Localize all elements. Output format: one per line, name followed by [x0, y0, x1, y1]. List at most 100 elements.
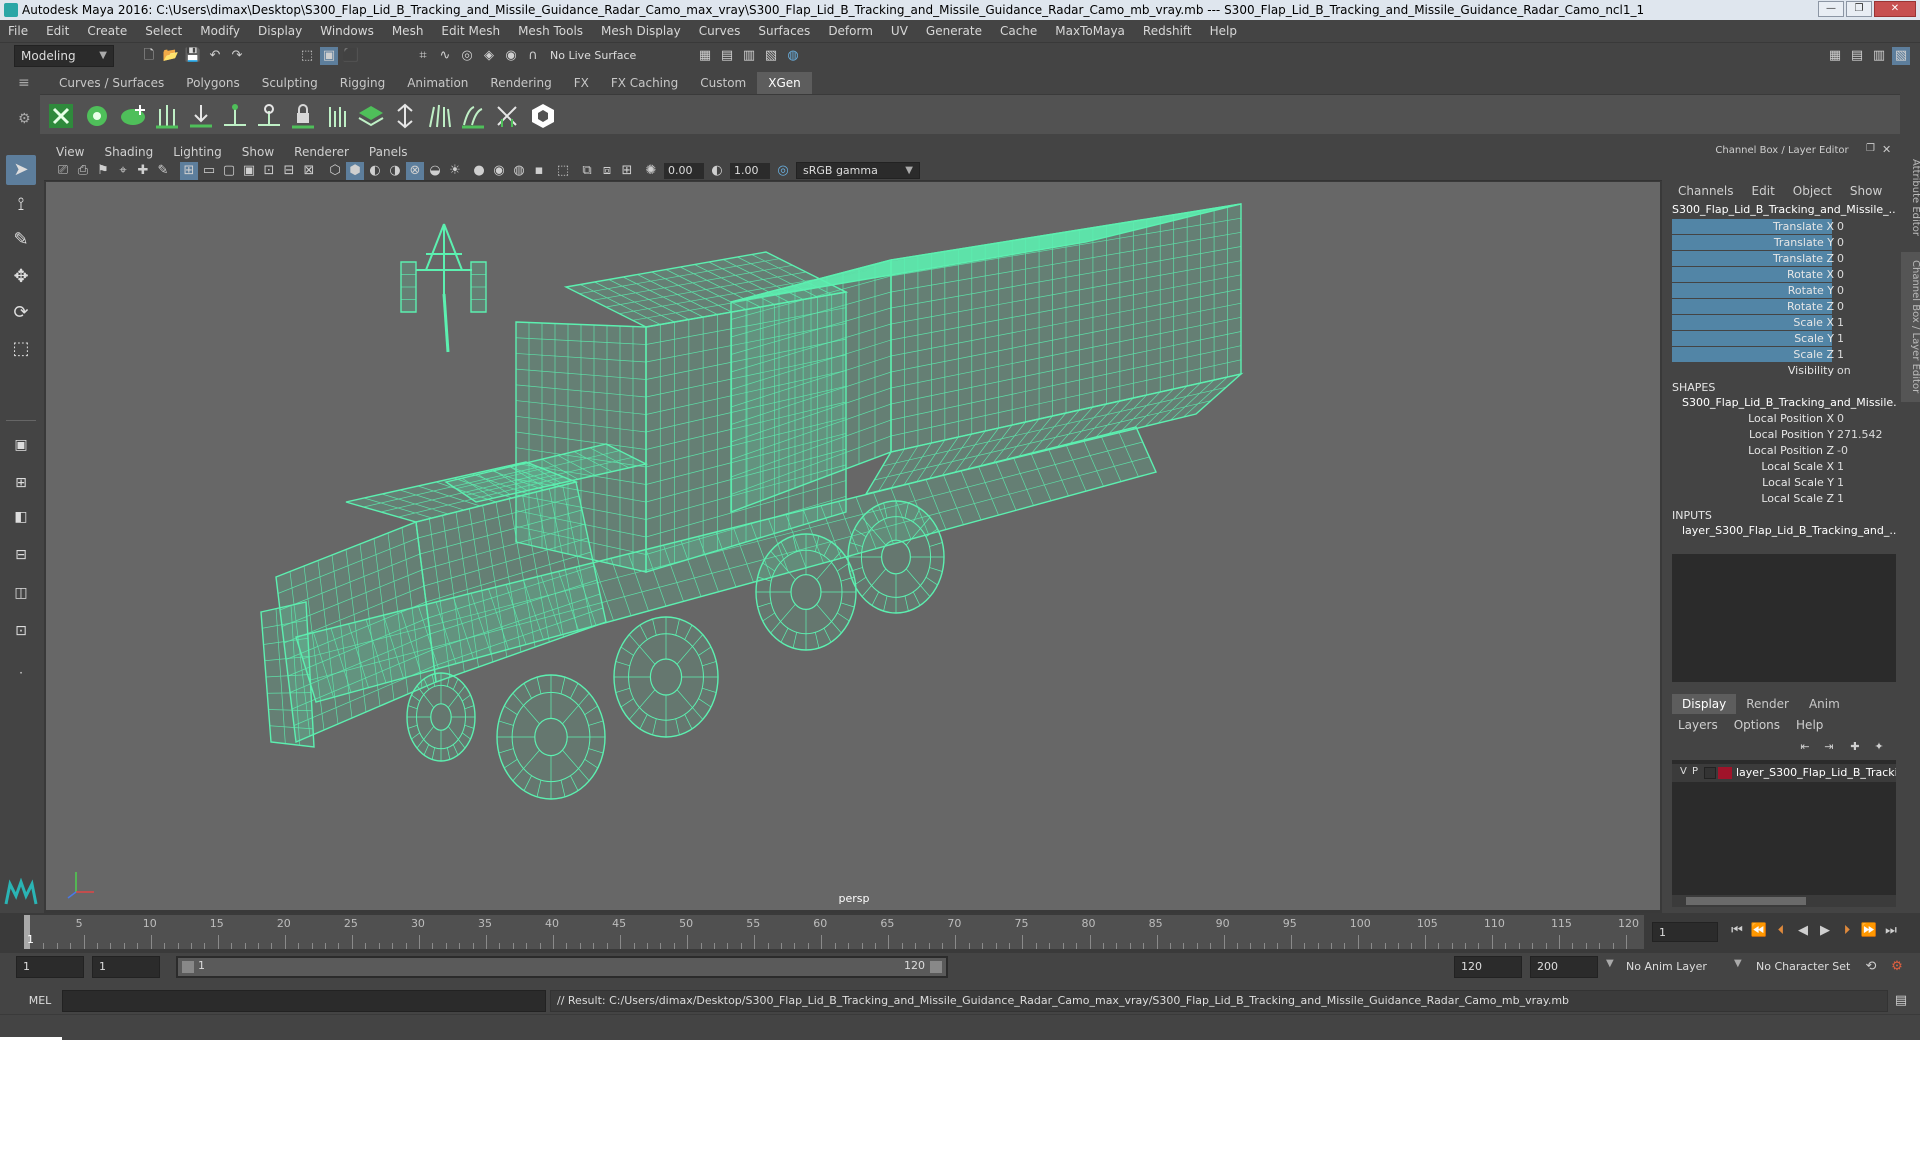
camera-select-icon[interactable]: ⎚ — [54, 162, 72, 180]
safe-action-icon[interactable]: ⊟ — [280, 162, 298, 180]
layer-color-swatch[interactable] — [1718, 767, 1732, 779]
select-guides-icon[interactable] — [254, 101, 284, 131]
add-patch-icon[interactable] — [118, 101, 148, 131]
menu-display[interactable]: Display — [258, 24, 302, 38]
layer-playback-toggle[interactable]: P — [1692, 766, 1698, 777]
live-surface-label[interactable]: No Live Surface — [550, 47, 650, 65]
channel-scale-x[interactable]: Scale X1 — [1672, 315, 1896, 330]
selected-object-name[interactable]: S300_Flap_Lid_B_Tracking_and_Missile_... — [1672, 203, 1896, 219]
shadows-icon[interactable]: ● — [470, 162, 488, 180]
range-slider[interactable]: 1 120 — [176, 956, 948, 978]
channel-value[interactable]: 0 — [1837, 283, 1844, 298]
channel-value[interactable]: 0 — [1837, 235, 1844, 250]
wireframe-on-shaded-icon[interactable]: ⊗ — [406, 162, 424, 180]
playback-end-field[interactable]: 120 — [1454, 956, 1522, 978]
menu-set-dropdown[interactable]: Modeling ▼ — [14, 45, 114, 67]
channel-scale-y[interactable]: Scale Y1 — [1672, 331, 1896, 346]
channel-value[interactable]: 1 — [1837, 475, 1844, 490]
add-guide-icon[interactable] — [220, 101, 250, 131]
input-node-name[interactable]: layer_S300_Flap_Lid_B_Tracking_and_... — [1682, 524, 1896, 537]
animation-preferences-icon[interactable]: ⚙ — [1888, 958, 1906, 976]
two-view-layout-icon[interactable]: ◧ — [6, 502, 36, 532]
layer-list-scrollbar[interactable] — [1672, 895, 1896, 907]
anti-aliasing-icon[interactable]: ▪ — [530, 162, 548, 180]
xgen-editor-icon[interactable] — [46, 101, 76, 131]
channel-value[interactable]: 0 — [1837, 219, 1844, 234]
move-layer-down-icon[interactable]: ⇥ — [1820, 738, 1838, 756]
gate-mask-icon[interactable]: ▣ — [240, 162, 258, 180]
channel-translate-x[interactable]: Translate X0 — [1672, 219, 1896, 234]
grease-pencil-icon[interactable]: ✎ — [154, 162, 172, 180]
minimize-button[interactable]: — — [1818, 1, 1844, 17]
move-tool-icon[interactable]: ✥ — [6, 262, 36, 292]
redo-icon[interactable]: ↷ — [228, 47, 246, 65]
perspective-viewport[interactable]: persp — [46, 182, 1660, 910]
select-object-icon[interactable]: ▣ — [320, 47, 338, 65]
menu-redshift[interactable]: Redshift — [1143, 24, 1192, 38]
close-button[interactable]: ✕ — [1874, 1, 1916, 17]
tab-curves-surfaces[interactable]: Curves / Surfaces — [48, 72, 176, 94]
chevron-down-icon[interactable]: ▼ — [1606, 958, 1620, 969]
menu-maxtomaya[interactable]: MaxToMaya — [1055, 24, 1125, 38]
command-input[interactable] — [62, 990, 546, 1012]
tab-polygons[interactable]: Polygons — [175, 72, 251, 94]
shelf-settings-gear-icon[interactable]: ⚙ — [18, 112, 34, 126]
toolbox-expand-icon[interactable]: · — [6, 658, 36, 688]
scale-tool-icon[interactable]: ⬚ — [6, 334, 36, 364]
textured-icon[interactable]: ◑ — [386, 162, 404, 180]
paint-select-icon[interactable]: ✎ — [6, 225, 36, 255]
panel-menu-lighting[interactable]: Lighting — [173, 145, 222, 159]
gamma-field[interactable]: 1.00 — [730, 163, 770, 179]
exposure-field[interactable]: 0.00 — [664, 163, 704, 179]
four-view-layout-icon[interactable]: ⊞ — [6, 468, 36, 498]
scrollbar-thumb[interactable] — [1686, 897, 1806, 905]
go-to-start-icon[interactable]: ⏮ — [1728, 922, 1746, 940]
lasso-tool-icon[interactable]: ⟟ — [6, 190, 36, 220]
menu-file[interactable]: File — [8, 24, 28, 38]
magnet-icon[interactable]: ∩ — [524, 47, 542, 65]
menu-mesh-tools[interactable]: Mesh Tools — [518, 24, 583, 38]
shape-local-position-y[interactable]: Local Position Y 271.542 — [1672, 427, 1896, 442]
menu-deform[interactable]: Deform — [828, 24, 873, 38]
panel-menu-shading[interactable]: Shading — [104, 145, 153, 159]
camera-attributes-icon[interactable]: ⎙ — [74, 162, 92, 180]
persp-outliner-layout-icon[interactable]: ⊟ — [6, 540, 36, 570]
hypershade-layout-icon[interactable]: ⊡ — [6, 616, 36, 646]
smooth-shade-icon[interactable]: ⬢ — [346, 162, 364, 180]
film-gate-icon[interactable]: ▭ — [200, 162, 218, 180]
shelf-menu-icon[interactable]: ≡ — [18, 76, 34, 90]
cut-guides-icon[interactable] — [492, 101, 522, 131]
xray-joints-icon[interactable]: ⧉ — [578, 162, 596, 180]
layer-reference-toggle[interactable] — [1704, 767, 1716, 779]
channel-value[interactable]: 0 — [1837, 251, 1844, 266]
go-to-end-icon[interactable]: ⏭ — [1882, 922, 1900, 940]
xray-icon[interactable]: ◒ — [426, 162, 444, 180]
menu-cache[interactable]: Cache — [1000, 24, 1037, 38]
render-frame-icon[interactable]: ▤ — [718, 47, 736, 65]
bend-guides-icon[interactable] — [458, 101, 488, 131]
channel-rotate-z[interactable]: Rotate Z0 — [1672, 299, 1896, 314]
step-back-frame-icon[interactable]: ⏪ — [1750, 922, 1768, 940]
render-settings-icon[interactable]: ▦ — [696, 47, 714, 65]
channel-value[interactable]: 0 — [1837, 299, 1844, 314]
play-forwards-icon[interactable]: ▶ — [1816, 922, 1834, 940]
shape-local-position-z[interactable]: Local Position Z -0 — [1672, 443, 1896, 458]
menu-curves[interactable]: Curves — [699, 24, 741, 38]
snap-view-icon[interactable]: ◈ — [480, 47, 498, 65]
move-layer-up-icon[interactable]: ⇤ — [1796, 738, 1814, 756]
animation-start-field[interactable]: 1 — [16, 956, 84, 978]
guide-layers-icon[interactable] — [356, 101, 386, 131]
create-description-icon[interactable] — [82, 101, 112, 131]
use-all-lights-icon[interactable]: ☀ — [446, 162, 464, 180]
chevron-down-icon[interactable]: ▼ — [1734, 958, 1748, 969]
exposure-icon[interactable]: ✺ — [642, 162, 660, 180]
motion-blur-icon[interactable]: ◍ — [510, 162, 528, 180]
resolution-gate-icon[interactable]: ▢ — [220, 162, 238, 180]
cb-menu-edit[interactable]: Edit — [1752, 184, 1775, 200]
character-set-dropdown[interactable]: No Character Set — [1752, 956, 1862, 978]
step-forward-frame-icon[interactable]: ⏩ — [1860, 922, 1878, 940]
channel-box-toggle-icon[interactable]: ▧ — [1892, 47, 1910, 65]
menu-mesh-display[interactable]: Mesh Display — [601, 24, 681, 38]
shape-local-position-x[interactable]: Local Position X0 — [1672, 411, 1896, 426]
cb-menu-object[interactable]: Object — [1793, 184, 1832, 200]
